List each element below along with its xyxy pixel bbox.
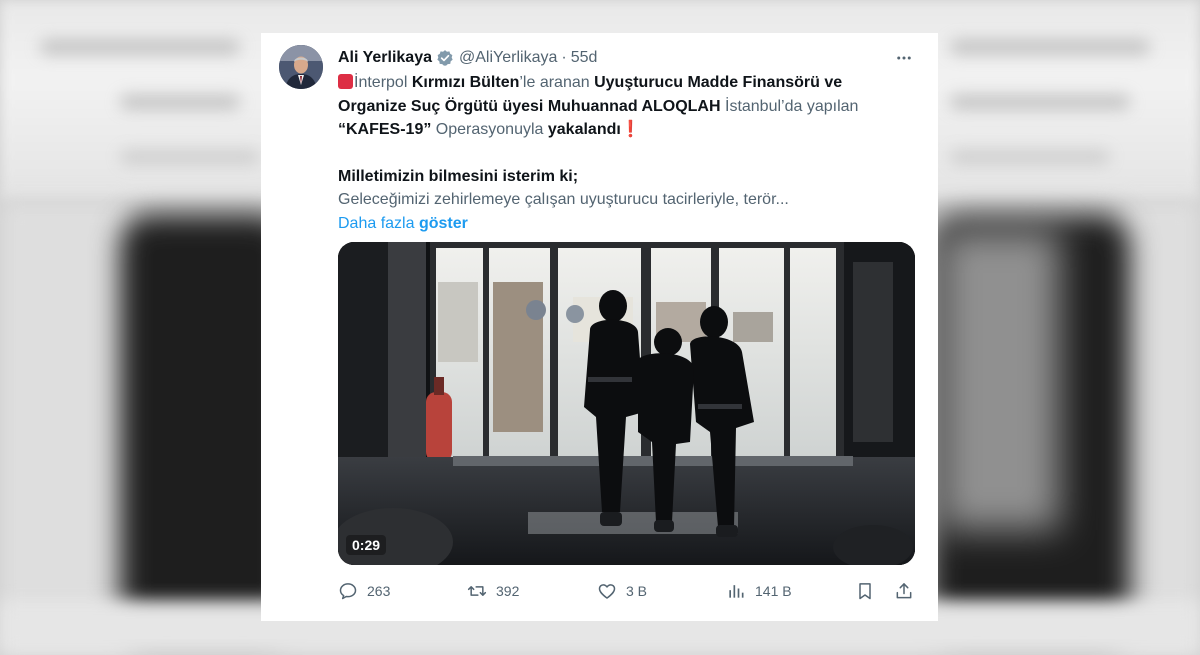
reply-button[interactable]: 263 [338,580,390,602]
exclamation-emoji: ❗ [620,121,641,138]
tweet-line-1: İnterpol Kırmızı Bülten’le aranan Uyuştu… [338,71,898,95]
views-button[interactable]: 141 B [726,580,792,602]
author-name[interactable]: Ali Yerlikaya [338,49,432,67]
reply-count: 263 [367,583,391,599]
share-button[interactable] [894,580,914,602]
views-bar-chart-icon [729,585,744,598]
retweet-button[interactable]: 392 [467,580,519,602]
more-horizontal-icon[interactable] [893,47,915,69]
retweet-icon [467,586,487,596]
like-count: 3 B [626,583,648,599]
tweet-text: İnterpol Kırmızı Bülten’le aranan Uyuştu… [338,71,898,235]
retweet-count: 392 [496,583,520,599]
tweet-header: Ali Yerlikaya @AliYerlikaya · 55d [338,48,597,68]
show-more-link[interactable]: Daha fazla göster [338,212,898,236]
red-square-emoji [338,74,353,89]
heart-icon [598,584,616,599]
reply-icon [339,583,357,600]
tweet-line-3: “KAFES-19” Operasyonuyla yakalandı❗ [338,121,641,138]
views-count: 141 B [755,583,792,599]
avatar[interactable] [279,45,323,89]
verified-badge-icon [436,49,454,67]
video-thumbnail [338,242,915,565]
tweet-actions: 263 392 3 B 141 B [338,580,918,604]
tweet-line-5: Geleceğimizi zehirlemeye çalışan uyuştur… [338,191,789,208]
tweet-age[interactable]: 55d [571,49,598,67]
share-icon [896,583,912,599]
tweet-card[interactable]: Ali Yerlikaya @AliYerlikaya · 55d İnterp… [261,33,938,621]
tweet-line-2: Organize Suç Örgütü üyesi Muhuannad ALOQ… [338,97,859,115]
separator-dot: · [561,49,567,66]
video-player[interactable]: 0:29 [338,242,915,565]
bookmark-button[interactable] [855,580,875,602]
tweet-line-4: Milletimizin bilmesini isterim ki; [338,167,579,185]
author-handle[interactable]: @AliYerlikaya [459,49,557,67]
video-duration: 0:29 [346,535,387,555]
like-button[interactable]: 3 B [597,580,647,602]
bookmark-icon [859,583,871,600]
